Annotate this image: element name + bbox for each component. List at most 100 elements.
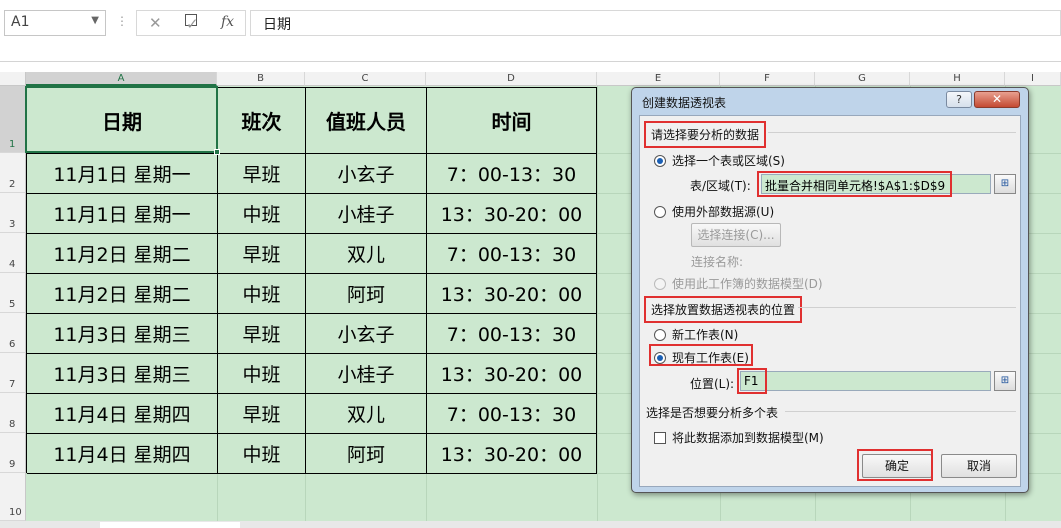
- gridline: [217, 473, 218, 521]
- option-select-range[interactable]: 选择一个表或区域(S): [654, 152, 785, 169]
- table-cell[interactable]: 阿珂: [306, 274, 427, 314]
- section-location-heading: 选择放置数据透视表的位置: [644, 296, 803, 323]
- gridline: [426, 473, 427, 521]
- cancel-icon[interactable]: ✕: [149, 14, 162, 32]
- create-pivot-dialog: 创建数据透视表 ? ✕ 请选择要分析的数据 选择一个表或区域(S) 表/区域(T…: [631, 87, 1029, 493]
- table-cell[interactable]: 13：30-20：00: [427, 434, 597, 474]
- choose-connection-button[interactable]: 选择连接(C)...: [691, 223, 781, 247]
- divider: [785, 411, 1016, 412]
- location-input[interactable]: F1: [740, 371, 991, 391]
- formula-bar: A1 ▼ ⋮ ✕ ✓ fx 日期: [0, 0, 1061, 62]
- radio-new-sheet[interactable]: [654, 328, 666, 341]
- table-cell[interactable]: 11月2日 星期二: [27, 274, 218, 314]
- col-header-h[interactable]: H: [910, 72, 1005, 86]
- cell-c1[interactable]: 值班人员: [306, 88, 427, 154]
- location-label: 位置(L):: [690, 377, 735, 391]
- close-button[interactable]: ✕: [974, 91, 1020, 108]
- table-cell[interactable]: 小玄子: [306, 314, 427, 354]
- row-header-5[interactable]: 5: [0, 273, 26, 313]
- range-picker-icon[interactable]: ⊞: [994, 174, 1016, 194]
- table-cell[interactable]: 7：00-13：30: [427, 314, 597, 354]
- table-cell[interactable]: 早班: [218, 394, 306, 434]
- dialog-title: 创建数据透视表: [642, 96, 727, 110]
- col-header-i[interactable]: I: [1005, 72, 1061, 86]
- name-box[interactable]: A1 ▼: [4, 10, 106, 36]
- section-multiple-tables: 选择是否想要分析多个表: [646, 406, 779, 420]
- table-cell[interactable]: 7：00-13：30: [427, 234, 597, 274]
- col-header-e[interactable]: E: [597, 72, 720, 86]
- confirm-icon[interactable]: ✓: [185, 14, 199, 33]
- row-header-10[interactable]: 10: [0, 473, 26, 521]
- table-cell[interactable]: 13：30-20：00: [427, 194, 597, 234]
- table-cell[interactable]: 小玄子: [306, 154, 427, 194]
- option-label: 新工作表(N): [672, 328, 739, 342]
- table-cell[interactable]: 11月3日 星期三: [27, 354, 218, 394]
- cell-b1[interactable]: 班次: [218, 88, 306, 154]
- col-header-b[interactable]: B: [217, 72, 305, 86]
- cancel-button[interactable]: 取消: [941, 454, 1017, 478]
- table-cell[interactable]: 早班: [218, 314, 306, 354]
- table-cell[interactable]: 阿珂: [306, 434, 427, 474]
- row-header-3[interactable]: 3: [0, 193, 26, 233]
- checkbox-add-to-model[interactable]: [654, 431, 666, 444]
- highlight-location: [737, 368, 767, 394]
- col-header-d[interactable]: D: [426, 72, 597, 86]
- table-cell[interactable]: 早班: [218, 154, 306, 194]
- formula-input[interactable]: 日期: [250, 10, 1061, 36]
- col-header-g[interactable]: G: [815, 72, 910, 86]
- option-label: 将此数据添加到数据模型(M): [672, 431, 824, 445]
- col-header-f[interactable]: F: [720, 72, 815, 86]
- radio-select-range[interactable]: [654, 154, 666, 167]
- table-cell[interactable]: 7：00-13：30: [427, 154, 597, 194]
- chevron-down-icon[interactable]: ▼: [91, 15, 99, 26]
- table-cell[interactable]: 中班: [218, 194, 306, 234]
- sheet-tab-bar: [0, 521, 1061, 528]
- row-header-7[interactable]: 7: [0, 353, 26, 393]
- table-cell[interactable]: 双儿: [306, 234, 427, 274]
- active-cell-outline: [25, 86, 218, 153]
- col-header-a[interactable]: A: [26, 72, 217, 86]
- table-cell[interactable]: 13：30-20：00: [427, 354, 597, 394]
- divider: [768, 132, 1016, 133]
- gridline: [305, 473, 306, 521]
- table-cell[interactable]: 11月4日 星期四: [27, 394, 218, 434]
- radio-data-model[interactable]: [654, 277, 666, 290]
- table-cell[interactable]: 13：30-20：00: [427, 274, 597, 314]
- row-header-2[interactable]: 2: [0, 153, 26, 193]
- table-cell[interactable]: 中班: [218, 434, 306, 474]
- row-header-1[interactable]: 1: [0, 86, 26, 153]
- col-header-c[interactable]: C: [305, 72, 426, 86]
- help-button[interactable]: ?: [946, 91, 972, 108]
- highlight-range: [757, 171, 952, 197]
- table-cell[interactable]: 小桂子: [306, 354, 427, 394]
- highlight-ok: [857, 449, 933, 481]
- sheet-tab[interactable]: [100, 522, 240, 528]
- row-header-8[interactable]: 8: [0, 393, 26, 433]
- table-cell[interactable]: 7：00-13：30: [427, 394, 597, 434]
- table-cell[interactable]: 11月4日 星期四: [27, 434, 218, 474]
- option-data-model[interactable]: 使用此工作簿的数据模型(D): [654, 275, 823, 292]
- row-header-4[interactable]: 4: [0, 233, 26, 273]
- table-cell[interactable]: 11月3日 星期三: [27, 314, 218, 354]
- location-picker-icon[interactable]: ⊞: [994, 371, 1016, 391]
- select-all-corner[interactable]: [0, 72, 26, 86]
- table-cell[interactable]: 11月1日 星期一: [27, 194, 218, 234]
- table-cell[interactable]: 11月2日 星期二: [27, 234, 218, 274]
- insert-function-icon[interactable]: fx: [221, 14, 234, 30]
- option-add-to-model[interactable]: 将此数据添加到数据模型(M): [654, 429, 824, 446]
- connection-name-label: 连接名称:: [691, 255, 744, 269]
- option-new-sheet[interactable]: 新工作表(N): [654, 326, 738, 343]
- row-header-9[interactable]: 9: [0, 433, 26, 473]
- table-cell[interactable]: 小桂子: [306, 194, 427, 234]
- option-external-source[interactable]: 使用外部数据源(U): [654, 203, 774, 220]
- range-label: 表/区域(T):: [690, 179, 751, 193]
- table-cell[interactable]: 中班: [218, 274, 306, 314]
- row-header-6[interactable]: 6: [0, 313, 26, 353]
- radio-external-source[interactable]: [654, 205, 666, 218]
- cell-d1[interactable]: 时间: [427, 88, 597, 154]
- table-cell[interactable]: 11月1日 星期一: [27, 154, 218, 194]
- table-cell[interactable]: 早班: [218, 234, 306, 274]
- fill-handle[interactable]: [214, 149, 220, 155]
- table-cell[interactable]: 双儿: [306, 394, 427, 434]
- table-cell[interactable]: 中班: [218, 354, 306, 394]
